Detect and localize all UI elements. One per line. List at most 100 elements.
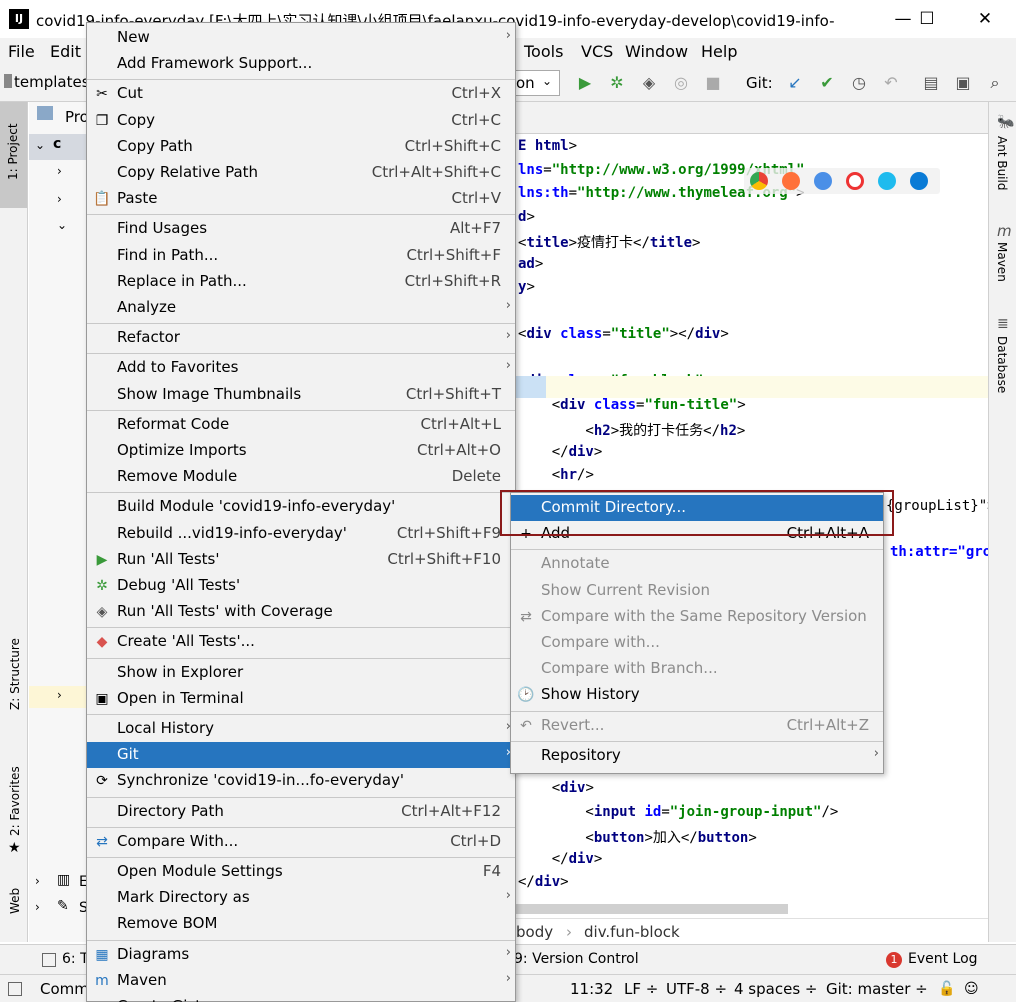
chevron-down-icon[interactable]: ⌄ [57, 218, 67, 232]
rollback-icon[interactable]: ↶ [880, 72, 902, 94]
menu-item-synchronize-covid19-in-fo-everyday[interactable]: ⟳ Synchronize 'covid19-in...fo-everyday' [87, 768, 515, 794]
menu-item-rebuild-vid19-info-everyday[interactable]: Rebuild ...vid19-info-everyday' Ctrl+Shif… [87, 521, 515, 547]
profile-icon[interactable]: ◎ [670, 72, 692, 94]
menu-item-show-image-thumbnails[interactable]: Show Image Thumbnails Ctrl+Shift+T [87, 382, 515, 408]
commit-icon[interactable]: ✔ [816, 72, 838, 94]
menu-item-reformat-code[interactable]: Reformat Code Ctrl+Alt+L [87, 412, 515, 438]
database-tool-tab[interactable]: Database [995, 336, 1009, 393]
menu-item-build-module-covid19-info-everyday[interactable]: Build Module 'covid19-info-everyday' [87, 494, 515, 520]
tree-root-label[interactable]: c [53, 136, 61, 152]
menu-item-directory-path[interactable]: Directory Path Ctrl+Alt+F12 [87, 799, 515, 825]
menu-item-maven[interactable]: m Maven › [87, 968, 515, 994]
maven-tool-tab[interactable]: Maven [995, 242, 1009, 282]
chevron-right-icon[interactable]: › [57, 688, 62, 702]
safari-icon[interactable] [814, 172, 832, 190]
search-icon[interactable]: ⌕ [984, 72, 1006, 94]
menu-item-copy-relative-path[interactable]: Copy Relative Path Ctrl+Alt+Shift+C [87, 160, 515, 186]
structure-tool-tab[interactable]: Z: Structure [8, 638, 22, 710]
inspector-icon[interactable]: ☺ [964, 981, 979, 997]
update-project-icon[interactable]: ↙ [784, 72, 806, 94]
nav-breadcrumb[interactable]: templates [14, 73, 90, 91]
project-structure-icon[interactable]: ▤ [920, 72, 942, 94]
edge-icon[interactable] [910, 172, 928, 190]
menu-window[interactable]: Window [625, 42, 688, 61]
menu-item-find-in-path[interactable]: Find in Path... Ctrl+Shift+F [87, 243, 515, 269]
menu-help[interactable]: Help [701, 42, 737, 61]
menu-item-new[interactable]: New › [87, 25, 515, 51]
terminal-icon[interactable]: ▣ [952, 72, 974, 94]
coverage-icon[interactable]: ◈ [638, 72, 660, 94]
menu-item-paste[interactable]: 📋 Paste Ctrl+V [87, 186, 515, 212]
menu-item-copy[interactable]: ❐ Copy Ctrl+C [87, 108, 515, 134]
file-encoding[interactable]: UTF-8 ÷ [666, 980, 727, 998]
line-separator[interactable]: LF ÷ [624, 980, 658, 998]
history-icon[interactable]: ◷ [848, 72, 870, 94]
menu-item-compare-with[interactable]: ⇄ Compare With... Ctrl+D [87, 829, 515, 855]
git-item-show-current-revision[interactable]: Show Current Revision [511, 578, 883, 604]
menu-tools[interactable]: Tools [524, 42, 563, 61]
run-config-select[interactable]: on ⌄ [516, 70, 560, 96]
git-branch[interactable]: Git: master ÷ [826, 980, 928, 998]
breadcrumb-div[interactable]: div.fun-block [584, 923, 680, 941]
opera-icon[interactable] [846, 172, 864, 190]
menu-item-cut[interactable]: ✂ Cut Ctrl+X [87, 81, 515, 107]
chevron-right-icon[interactable]: › [35, 900, 40, 914]
menu-item-remove-bom[interactable]: Remove BOM [87, 911, 515, 937]
menu-item-add-framework-support[interactable]: Add Framework Support... [87, 51, 515, 77]
menu-item-open-in-terminal[interactable]: ▣ Open in Terminal [87, 686, 515, 712]
debug-icon[interactable]: ✲ [606, 72, 628, 94]
menu-item-local-history[interactable]: Local History › [87, 716, 515, 742]
menu-item-analyze[interactable]: Analyze › [87, 295, 515, 321]
git-item-revert[interactable]: ↶ Revert... Ctrl+Alt+Z [511, 713, 883, 739]
git-item-compare-with-branch[interactable]: Compare with Branch... [511, 656, 883, 682]
chrome-icon[interactable] [750, 172, 768, 190]
menu-item-debug-all-tests[interactable]: ✲ Debug 'All Tests' [87, 573, 515, 599]
git-item-repository[interactable]: Repository › [511, 743, 883, 769]
menu-item-remove-module[interactable]: Remove Module Delete [87, 464, 515, 490]
indent-setting[interactable]: 4 spaces ÷ [734, 980, 817, 998]
git-item-annotate[interactable]: Annotate [511, 551, 883, 577]
run-icon[interactable]: ▶ [574, 72, 596, 94]
close-button[interactable]: ✕ [962, 6, 1008, 32]
maximize-button[interactable]: ☐ [904, 6, 950, 32]
git-item-compare-with-the-same-repository-version[interactable]: ⇄ Compare with the Same Repository Versio… [511, 604, 883, 630]
menu-item-copy-path[interactable]: Copy Path Ctrl+Shift+C [87, 134, 515, 160]
todo-tool-tab[interactable]: 6: T [62, 951, 89, 967]
menu-item-run-all-tests[interactable]: ▶ Run 'All Tests' Ctrl+Shift+F10 [87, 547, 515, 573]
firefox-icon[interactable] [782, 172, 800, 190]
git-item-show-history[interactable]: 🕑 Show History [511, 682, 883, 708]
cursor-position[interactable]: 11:32 [570, 980, 613, 998]
version-control-tool-tab[interactable]: 9: Version Control [514, 951, 639, 967]
menu-item-create-gist[interactable]: ● Create Gist... [87, 994, 515, 1002]
git-item-compare-with[interactable]: Compare with... [511, 630, 883, 656]
menu-item-run-all-tests-with-coverage[interactable]: ◈ Run 'All Tests' with Coverage [87, 599, 515, 625]
menu-item-create-all-tests[interactable]: ◆ Create 'All Tests'... [87, 629, 515, 655]
menu-item-replace-in-path[interactable]: Replace in Path... Ctrl+Shift+R [87, 269, 515, 295]
status-toggle-icon[interactable] [8, 982, 22, 996]
chevron-right-icon[interactable]: › [57, 164, 62, 178]
menu-item-add-to-favorites[interactable]: Add to Favorites › [87, 355, 515, 381]
menu-file[interactable]: File [8, 42, 35, 61]
ant-build-tool-tab[interactable]: Ant Build [995, 136, 1009, 190]
chevron-right-icon[interactable]: › [35, 874, 40, 888]
menu-item-refactor[interactable]: Refactor › [87, 325, 515, 351]
menu-item-git[interactable]: Git › [87, 742, 515, 769]
ie-icon[interactable] [878, 172, 896, 190]
breadcrumb-body[interactable]: body [516, 923, 553, 941]
event-log-tool-tab[interactable]: Event Log [908, 951, 978, 967]
favorites-tool-tab[interactable]: 2: Favorites [8, 766, 22, 836]
menu-item-open-module-settings[interactable]: Open Module Settings F4 [87, 859, 515, 885]
chevron-down-icon[interactable]: ⌄ [35, 138, 45, 152]
lock-icon[interactable]: 🔓 [938, 981, 955, 997]
chevron-right-icon[interactable]: › [57, 192, 62, 206]
project-tool-tab[interactable]: 1: Project [6, 123, 20, 180]
menu-edit[interactable]: Edit [50, 42, 81, 61]
menu-item-mark-directory-as[interactable]: Mark Directory as › [87, 885, 515, 911]
web-tool-tab[interactable]: Web [8, 888, 22, 914]
horizontal-scrollbar[interactable] [516, 904, 788, 914]
menu-item-diagrams[interactable]: ▦ Diagrams › [87, 942, 515, 968]
menu-item-find-usages[interactable]: Find Usages Alt+F7 [87, 216, 515, 242]
menu-item-show-in-explorer[interactable]: Show in Explorer [87, 660, 515, 686]
stop-icon[interactable]: ■ [702, 72, 724, 94]
menu-vcs[interactable]: VCS [581, 42, 613, 61]
